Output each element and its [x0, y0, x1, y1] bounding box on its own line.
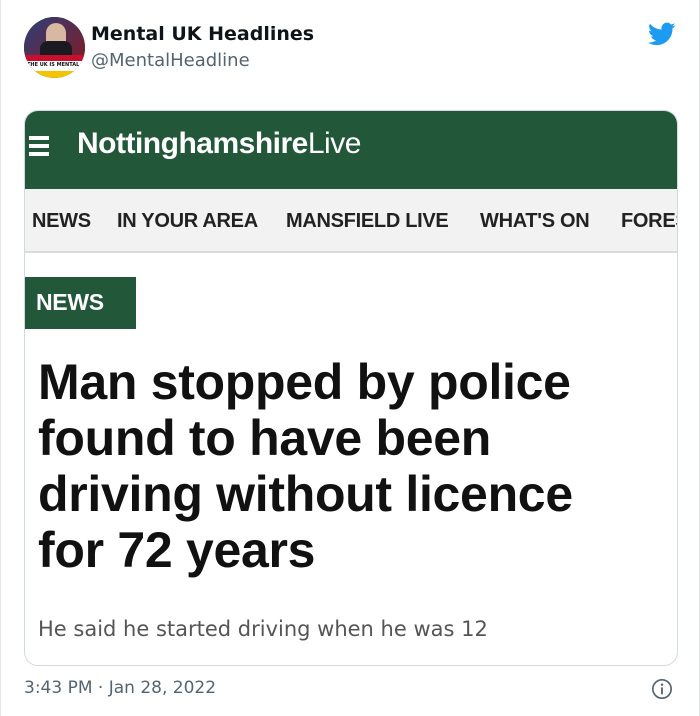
- hamburger-menu-icon[interactable]: [29, 136, 49, 156]
- headline-line: driving without licence: [38, 466, 573, 522]
- headline-line: for 72 years: [38, 522, 316, 578]
- nav-item-mansfield-live[interactable]: MANSFIELD LIVE: [286, 210, 449, 233]
- display-name[interactable]: Mental UK Headlines: [91, 23, 314, 45]
- tweet-timestamp[interactable]: 3:43 PM · Jan 28, 2022: [24, 678, 216, 698]
- article-headline: Man stopped by police found to have been…: [38, 354, 668, 578]
- nav-item-whats-on[interactable]: WHAT'S ON: [480, 210, 590, 233]
- site-logo[interactable]: NottinghamshireLive: [77, 127, 361, 161]
- article-subheadline: He said he started driving when he was 1…: [38, 617, 488, 641]
- site-nav-bar: NEWS IN YOUR AREA MANSFIELD LIVE WHAT'S …: [25, 189, 677, 253]
- nav-item-forest[interactable]: FORES: [621, 210, 677, 233]
- headline-line: Man stopped by police: [38, 354, 571, 410]
- section-tag[interactable]: NEWS: [25, 277, 136, 329]
- article-screenshot[interactable]: NottinghamshireLive NEWS IN YOUR AREA MA…: [24, 110, 678, 666]
- user-handle[interactable]: @MentalHeadline: [91, 50, 250, 71]
- nav-item-news[interactable]: NEWS: [32, 210, 91, 233]
- section-tag-label: NEWS: [36, 289, 104, 315]
- site-logo-bold: Nottinghamshire: [77, 127, 308, 160]
- nav-item-in-your-area[interactable]: IN YOUR AREA: [117, 210, 258, 233]
- site-logo-light: Live: [307, 127, 362, 160]
- headline-line: found to have been: [38, 410, 491, 466]
- twitter-bird-icon[interactable]: [646, 20, 678, 48]
- site-masthead: NottinghamshireLive: [25, 111, 677, 189]
- avatar[interactable]: THE UK IS MENTAL: [24, 17, 85, 78]
- tweet-card: THE UK IS MENTAL Mental UK Headlines @Me…: [0, 0, 700, 716]
- avatar-ticker-underline: [24, 71, 85, 78]
- avatar-ticker-text: THE UK IS MENTAL: [27, 62, 80, 68]
- info-icon[interactable]: [651, 678, 673, 700]
